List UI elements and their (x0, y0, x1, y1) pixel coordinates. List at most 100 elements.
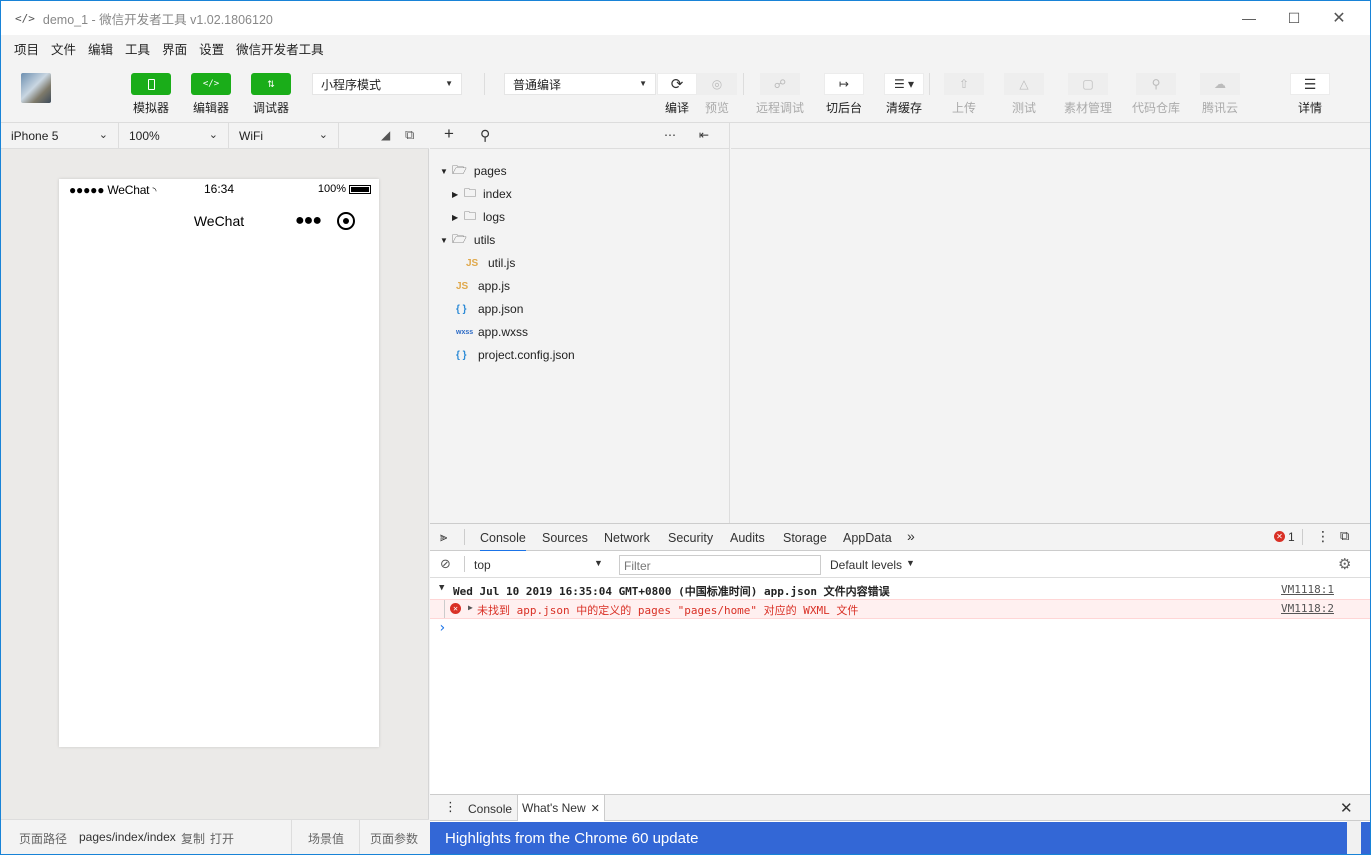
tree-item-label: pages (473, 164, 507, 178)
tab-sources[interactable]: Sources (542, 531, 588, 545)
layers-icon: ☰ ▾ (893, 77, 915, 91)
volume-icon[interactable]: ◢ (381, 128, 390, 142)
gear-icon[interactable]: ⚙ (1338, 555, 1351, 573)
group-source-link[interactable]: VM1118:1 (1281, 583, 1334, 596)
tab-appdata[interactable]: AppData (843, 531, 892, 545)
inspect-icon[interactable]: ⫸ (440, 529, 447, 545)
minimize-button[interactable]: — (1226, 1, 1272, 35)
editor-panel (731, 123, 1370, 523)
menu-wechat-devtools[interactable]: 微信开发者工具 (236, 39, 324, 58)
tree-item-app-json[interactable]: { } app.json (456, 299, 523, 319)
drawer-tab-console[interactable]: Console (468, 802, 512, 816)
levels-select[interactable]: Default levels ▼ (830, 554, 940, 574)
close-icon[interactable]: ✕ (591, 802, 600, 815)
capsule-menu[interactable]: ●●● (291, 211, 359, 231)
tree-item-index[interactable]: ▶ 🗀 index (452, 184, 512, 204)
editor-tab-bar (731, 123, 1370, 149)
tab-security[interactable]: Security (668, 531, 713, 545)
error-source-link[interactable]: VM1118:2 (1281, 602, 1334, 615)
tab-audits[interactable]: Audits (730, 531, 765, 545)
compile-button[interactable]: ⟳ (657, 73, 697, 95)
copy-link[interactable]: 复制 (181, 830, 205, 847)
console-prompt[interactable]: › (430, 620, 1370, 638)
popout-icon[interactable]: ⧉ (405, 127, 414, 143)
folder-open-icon: 🗁 (452, 162, 467, 177)
console-error-row[interactable]: ✕ ▶ 未找到 app.json 中的定义的 pages "pages/home… (430, 599, 1370, 619)
record-icon[interactable] (337, 212, 355, 230)
tree-item-label: app.js (478, 279, 511, 293)
tree-item-project-config[interactable]: { } project.config.json (456, 345, 575, 365)
remote-debug-button[interactable]: ☍ (760, 73, 800, 95)
json-file-icon: { } (456, 349, 467, 361)
device-select[interactable]: iPhone 5 ⌄ (1, 123, 119, 149)
more-dots-icon[interactable]: ●●● (295, 213, 322, 229)
kebab-menu-icon[interactable]: ⋮ (444, 799, 457, 815)
avatar[interactable] (21, 73, 51, 103)
tencent-cloud-button[interactable]: ☁ (1200, 73, 1240, 95)
zoom-select[interactable]: 100% ⌄ (119, 123, 229, 149)
tree-item-pages[interactable]: ▼ 🗁 pages (440, 161, 507, 181)
battery-icon (349, 184, 371, 194)
code-icon: </> (202, 79, 220, 89)
preview-button[interactable]: ◎ (697, 73, 737, 95)
menu-settings[interactable]: 设置 (199, 39, 224, 58)
switch-background-icon: ↦ (838, 77, 850, 91)
menu-project[interactable]: 项目 (14, 39, 39, 58)
tab-network[interactable]: Network (604, 531, 650, 545)
tab-storage[interactable]: Storage (783, 531, 827, 545)
editor-toggle-button[interactable]: </> (191, 73, 231, 95)
debugger-toggle-button[interactable]: ⇅ (251, 73, 291, 95)
scene-button[interactable]: 场景值 (308, 830, 344, 847)
drawer-tab-whats-new[interactable]: What's New ✕ (517, 795, 605, 821)
details-button[interactable]: ☰ (1290, 73, 1330, 95)
menu-file[interactable]: 文件 (51, 39, 76, 58)
console-group-header[interactable]: ▼ Wed Jul 10 2019 16:35:04 GMT+0800 (中国标… (430, 581, 1370, 599)
dock-icon[interactable]: ⧉ (1340, 528, 1349, 544)
network-select[interactable]: WiFi ⌄ (229, 123, 339, 149)
tree-item-app-js[interactable]: JS app.js (456, 276, 510, 296)
collapse-panel-icon[interactable]: ⇤ (699, 128, 709, 142)
filter-input[interactable]: Filter (619, 555, 821, 575)
compile-mode-select[interactable]: 普通编译 ▼ (504, 73, 656, 95)
tree-item-logs[interactable]: ▶ 🗀 logs (452, 207, 505, 227)
menu-tools[interactable]: 工具 (125, 39, 150, 58)
menu-interface[interactable]: 界面 (162, 39, 187, 58)
background-button[interactable]: ↦ (824, 73, 864, 95)
menu-edit[interactable]: 编辑 (88, 39, 113, 58)
context-select[interactable]: top ▼ (468, 554, 608, 574)
app-window: </> demo_1 - 微信开发者工具 v1.02.1806120 — ☐ ✕… (0, 0, 1371, 855)
tree-item-util-js[interactable]: JS util.js (466, 253, 515, 273)
caret-right-icon[interactable]: ▶ (468, 603, 473, 612)
caret-down-icon: ▼ (439, 583, 445, 593)
clear-console-icon[interactable]: ⊘ (440, 556, 451, 572)
scrollbar[interactable] (1347, 821, 1361, 854)
error-count[interactable]: 1 (1288, 530, 1295, 544)
search-icon[interactable]: ⚲ (480, 127, 490, 144)
open-link[interactable]: 打开 (210, 830, 234, 847)
repo-button[interactable]: ⚲ (1136, 73, 1176, 95)
maximize-button[interactable]: ☐ (1271, 1, 1317, 35)
close-button[interactable]: ✕ (1316, 1, 1362, 35)
tree-item-label: logs (483, 210, 506, 224)
add-icon[interactable]: + (444, 124, 454, 144)
toolbar: 模拟器 </> 编辑器 ⇅ 调试器 小程序模式 ▼ 普通编译 ▼ ⟳ 编译 ◎ … (1, 61, 1370, 121)
close-drawer-icon[interactable]: ✕ (1340, 799, 1353, 817)
upload-button[interactable]: ⇧ (944, 73, 984, 95)
tab-console[interactable]: Console (480, 531, 526, 552)
phone-screen[interactable]: ●●●●● WeChat ◝ 16:34 100% WeChat ●●● (59, 179, 379, 747)
file-tree-panel: + ⚲ ⋯ ⇤ ▼ 🗁 pages ▶ 🗀 index ▶ 🗀 logs ▼ 🗁… (430, 123, 730, 523)
more-tabs-icon[interactable]: » (907, 528, 915, 544)
test-button[interactable]: △ (1004, 73, 1044, 95)
tree-item-utils[interactable]: ▼ 🗁 utils (440, 230, 495, 250)
error-icon: ✕ (450, 603, 461, 614)
clear-cache-button[interactable]: ☰ ▾ (884, 73, 924, 95)
tree-item-app-wxss[interactable]: wxss app.wxss (456, 322, 528, 342)
caret-right-icon: ▶ (452, 189, 459, 199)
material-button[interactable]: ▢ (1068, 73, 1108, 95)
mode-select[interactable]: 小程序模式 ▼ (312, 73, 462, 95)
simulator-toggle-button[interactable] (131, 73, 171, 95)
kebab-menu-icon[interactable]: ⋮ (1316, 528, 1330, 545)
more-icon[interactable]: ⋯ (664, 128, 676, 142)
whats-new-banner: Highlights from the Chrome 60 update (430, 822, 1370, 854)
page-params-button[interactable]: 页面参数 (370, 830, 418, 847)
